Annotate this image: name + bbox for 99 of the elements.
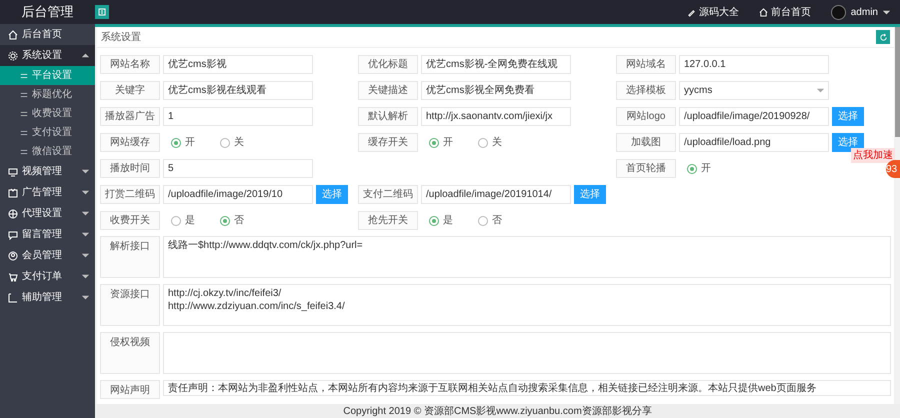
brand-title: 后台管理 bbox=[20, 3, 74, 22]
radio-option[interactable]: 是 bbox=[429, 211, 453, 230]
input-field[interactable]: /uploadfile/image/20190928/ bbox=[679, 107, 829, 126]
list-icon bbox=[20, 128, 28, 136]
radio-button[interactable] bbox=[171, 138, 181, 148]
input-field[interactable]: 127.0.0.1 bbox=[679, 55, 829, 74]
radio-option[interactable]: 否 bbox=[220, 211, 244, 230]
caret-icon bbox=[817, 87, 824, 94]
user-menu[interactable]: admin bbox=[830, 4, 890, 20]
field-label: 网站名称 bbox=[100, 55, 160, 74]
field-label: 收费开关 bbox=[100, 211, 160, 230]
list-icon bbox=[20, 110, 28, 118]
radio-option[interactable]: 是 bbox=[171, 211, 195, 230]
field-label: 网站声明 bbox=[100, 380, 160, 399]
menu-toggle-button[interactable] bbox=[95, 5, 109, 19]
input-field[interactable]: /uploadfile/load.png bbox=[679, 133, 829, 152]
field-label: 默认解析 bbox=[358, 107, 418, 126]
input-field[interactable]: /uploadfile/image/20191014/ bbox=[421, 185, 571, 204]
pen-icon bbox=[686, 8, 696, 16]
input-field[interactable]: 1 bbox=[163, 107, 313, 126]
globe-icon bbox=[8, 208, 18, 218]
field-label: 资源接口 bbox=[100, 284, 160, 326]
radio-button[interactable] bbox=[478, 138, 488, 148]
text-area[interactable]: http://cj.okzy.tv/inc/feifei3/ http://www.zdziyuan.com/inc/s_feifei3.4/ bbox=[163, 284, 891, 326]
radio-button[interactable] bbox=[429, 138, 439, 148]
radio-button[interactable] bbox=[429, 216, 439, 226]
field-label: 加载图 bbox=[616, 133, 676, 152]
field-label: 支付二维码 bbox=[358, 185, 418, 204]
sidebar-item[interactable]: 视频管理 bbox=[0, 161, 95, 182]
list-icon bbox=[20, 90, 28, 98]
radio-option[interactable]: 否 bbox=[478, 211, 502, 230]
refresh-icon bbox=[878, 32, 888, 42]
radio-option[interactable]: 关 bbox=[478, 133, 502, 152]
footer-text: Copyright 2019 © 资源部CMS影视www.ziyuanbu.com资源部影视分享 bbox=[95, 404, 900, 418]
sidebar-item[interactable]: 代理设置 bbox=[0, 203, 95, 224]
nav-link[interactable]: 前台首页 bbox=[758, 4, 811, 20]
field-label: 打赏二维码 bbox=[100, 185, 160, 204]
sidebar-item[interactable]: 系统设置 bbox=[0, 45, 95, 66]
field-label: 抢先开关 bbox=[358, 211, 418, 230]
field-label: 网站缓存 bbox=[100, 133, 160, 152]
scrollbar-thumb[interactable] bbox=[895, 27, 900, 137]
input-field[interactable]: http://jx.saonantv.com/jiexi/jx bbox=[421, 107, 571, 126]
field-label: 解析接口 bbox=[100, 236, 160, 278]
nav-link[interactable]: 源码大全 bbox=[686, 4, 739, 20]
radio-option[interactable]: 关 bbox=[220, 133, 244, 152]
radio-option[interactable]: 开 bbox=[687, 159, 711, 178]
radio-option[interactable]: 开 bbox=[171, 133, 195, 152]
sidebar-subitem[interactable]: 标题优化 bbox=[0, 85, 95, 104]
sidebar-subitem[interactable]: 平台设置 bbox=[0, 66, 95, 85]
sidebar-subitem[interactable]: 收费设置 bbox=[0, 104, 95, 123]
field-label: 缓存开关 bbox=[358, 133, 418, 152]
sidebar-subitem[interactable]: 支付设置 bbox=[0, 123, 95, 142]
field-label: 网站域名 bbox=[616, 55, 676, 74]
field-label: 首页轮播 bbox=[616, 159, 676, 178]
select-field[interactable]: yycms bbox=[679, 81, 829, 100]
text-area[interactable]: 责任声明：本网站为非盈利性站点，本网站所有内容均来源于互联网相关站点自动搜索采集信息，相关链接已经注明来源。本站只提供web页面服务 bbox=[163, 380, 891, 396]
field-label: 播放器广告 bbox=[100, 107, 160, 126]
text-area[interactable]: 线路一$http://www.ddqtv.com/ck/jx.php?url= bbox=[163, 236, 891, 278]
monitor-icon bbox=[8, 166, 18, 176]
list-icon bbox=[20, 72, 28, 80]
input-field[interactable]: 优艺cms影视全网免费看 bbox=[421, 81, 571, 100]
panel-title: 系统设置 bbox=[101, 30, 141, 44]
radio-button[interactable] bbox=[478, 216, 488, 226]
field-label: 网站logo bbox=[616, 107, 676, 126]
avatar bbox=[830, 4, 846, 20]
field-label: 优化标题 bbox=[358, 55, 418, 74]
gear-icon bbox=[8, 50, 18, 60]
sidebar-item[interactable]: 留言管理 bbox=[0, 224, 95, 245]
sidebar-item[interactable]: 广告管理 bbox=[0, 182, 95, 203]
list-icon bbox=[20, 148, 28, 156]
caret-icon bbox=[883, 8, 890, 16]
home-icon bbox=[758, 8, 768, 16]
field-label: 关键描述 bbox=[358, 81, 418, 100]
sidebar-item[interactable]: 辅助管理 bbox=[0, 287, 95, 308]
radio-button[interactable] bbox=[171, 216, 181, 226]
input-field[interactable]: 优艺cms影视在线观看 bbox=[163, 81, 313, 100]
input-field[interactable]: /uploadfile/image/2019/10 bbox=[163, 185, 313, 204]
input-field[interactable]: 优艺cms影视-全网免费在线观 bbox=[421, 55, 571, 74]
field-label: 侵权视频 bbox=[100, 332, 160, 374]
input-field[interactable]: 5 bbox=[163, 159, 313, 178]
refresh-button[interactable] bbox=[876, 30, 890, 44]
field-label: 播放时间 bbox=[100, 159, 160, 178]
field-label: 关键字 bbox=[100, 81, 160, 100]
field-label: 选择模板 bbox=[616, 81, 676, 100]
menu-icon bbox=[97, 7, 107, 17]
input-field[interactable]: 优艺cms影视 bbox=[163, 55, 313, 74]
home-icon bbox=[8, 30, 18, 40]
sidebar-item[interactable]: 支付订单 bbox=[0, 266, 95, 287]
speed-up-tag[interactable]: 点我加速 bbox=[851, 148, 895, 163]
radio-button[interactable] bbox=[220, 138, 230, 148]
radio-button[interactable] bbox=[220, 216, 230, 226]
text-area[interactable] bbox=[163, 332, 891, 374]
radio-option[interactable]: 开 bbox=[429, 133, 453, 152]
sidebar-subitem[interactable]: 微信设置 bbox=[0, 142, 95, 161]
message-icon bbox=[8, 230, 18, 240]
sidebar-item[interactable]: 后台首页 bbox=[0, 24, 95, 45]
cart-icon bbox=[8, 272, 18, 282]
radio-button[interactable] bbox=[687, 164, 697, 174]
sidebar-item[interactable]: 会员管理 bbox=[0, 245, 95, 266]
